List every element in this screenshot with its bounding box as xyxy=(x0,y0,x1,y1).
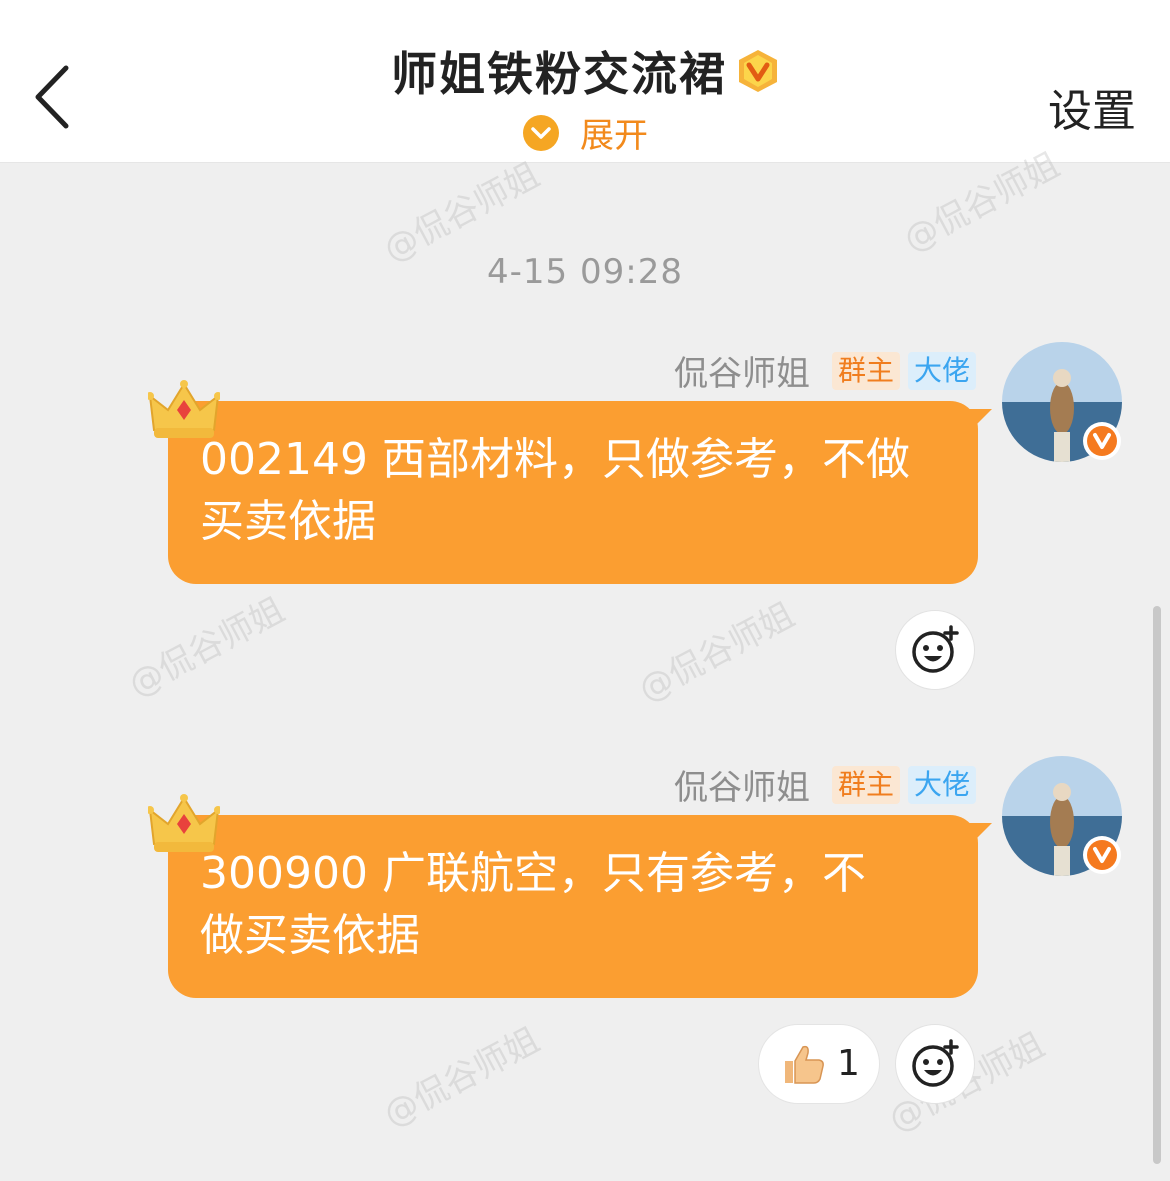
title-row: 师姐铁粉交流裙 xyxy=(0,38,1170,104)
settings-button[interactable]: 设置 xyxy=(1048,75,1136,139)
verified-badge-icon xyxy=(1083,422,1121,460)
group-title: 师姐铁粉交流裙 xyxy=(391,47,727,101)
tag-vip: 大佬 xyxy=(907,351,976,390)
verified-vip-icon xyxy=(739,50,777,92)
thumbs-up-icon xyxy=(785,1045,824,1084)
watermark: @侃谷师姐 xyxy=(632,595,802,711)
add-reaction-button[interactable] xyxy=(895,610,975,690)
message-text-line: 002149 西部材料，只做参考，不做 xyxy=(200,434,910,485)
tag-group-owner: 群主 xyxy=(831,765,900,804)
watermark: @侃谷师姐 xyxy=(377,1020,547,1136)
watermark: @侃谷师姐 xyxy=(122,590,292,706)
bubble-tail xyxy=(964,409,992,437)
message-text-line: 300900 广联航空，只有参考，不 xyxy=(200,848,866,899)
message-text-line: 买卖依据 xyxy=(200,496,376,547)
verified-badge-icon xyxy=(1083,836,1121,874)
message-bubble[interactable]: 300900 广联航空，只有参考，不 做买卖依据 xyxy=(168,815,992,998)
chevron-down-circle-icon xyxy=(523,114,559,151)
add-reaction-button[interactable] xyxy=(895,1024,975,1104)
crown-icon xyxy=(148,380,220,438)
bubble-tail xyxy=(964,823,992,851)
message-bubble[interactable]: 002149 西部材料，只做参考，不做 买卖依据 xyxy=(168,401,992,584)
message-timestamp: 4-15 09:28 xyxy=(487,252,683,292)
emoji-add-icon xyxy=(912,1039,959,1087)
crown-icon xyxy=(148,794,220,852)
tag-group-owner: 群主 xyxy=(831,351,900,390)
reaction-count: 1 xyxy=(837,1043,860,1084)
sender-info: 侃谷师姐 群主 大佬 xyxy=(674,760,976,809)
reaction-like-pill[interactable]: 1 xyxy=(758,1024,880,1104)
emoji-add-icon xyxy=(912,625,959,673)
chat-header: 师姐铁粉交流裙 展开 设置 xyxy=(0,0,1170,163)
sender-info: 侃谷师姐 群主 大佬 xyxy=(674,346,976,395)
scrollbar[interactable] xyxy=(1153,606,1161,1164)
expand-toggle[interactable]: 展开 xyxy=(0,108,1170,157)
sender-name: 侃谷师姐 xyxy=(673,354,810,394)
message-text-line: 做买卖依据 xyxy=(200,910,420,961)
sender-name: 侃谷师姐 xyxy=(673,768,810,808)
expand-label: 展开 xyxy=(580,116,648,156)
tag-vip: 大佬 xyxy=(907,765,976,804)
